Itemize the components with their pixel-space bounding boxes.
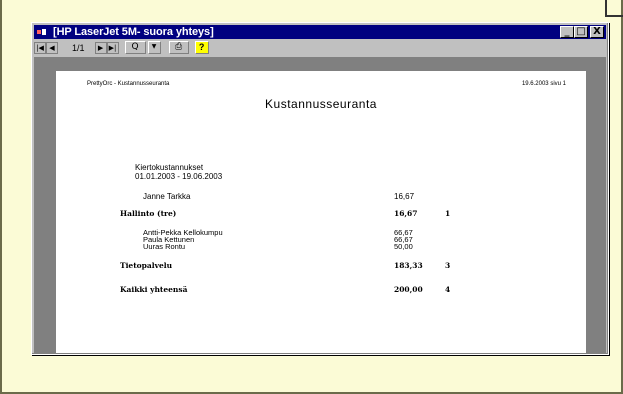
previous-page-button[interactable]: ◀	[46, 41, 58, 54]
page-indicator: 1/1	[72, 42, 85, 53]
grand-total-count: 4	[445, 285, 451, 294]
desktop-border-left	[0, 0, 2, 394]
member-amount: 50,00	[394, 242, 413, 251]
window-controls: _ □ X	[560, 26, 604, 38]
report-title: Kustannusseuranta	[265, 97, 377, 111]
report-content: PrettyOrc - Kustannusseuranta 19.6.2003 …	[56, 71, 586, 353]
group-count: 1	[445, 209, 451, 218]
report-period: 01.01.2003 - 19.06.2003	[135, 172, 223, 181]
member-name: Uuras Rontu	[143, 242, 186, 251]
group-name: Tietopalvelu	[120, 261, 173, 270]
zoom-dropdown-button[interactable]: ▼	[147, 41, 161, 54]
group-total: 16,67	[394, 209, 418, 218]
grand-total: 200,00	[394, 285, 423, 294]
report-page: PrettyOrc - Kustannusseuranta 19.6.2003 …	[56, 71, 586, 353]
print-icon: ⎙	[175, 42, 183, 52]
member-amount: 16,67	[394, 192, 415, 201]
preview-area[interactable]: PrettyOrc - Kustannusseuranta 19.6.2003 …	[34, 57, 606, 353]
group-name: Hallinto (tre)	[120, 209, 177, 218]
report-header-right: 19.6.2003 sivu 1	[521, 81, 566, 87]
zoom-button[interactable]: Q	[124, 41, 146, 54]
grand-total-label: Kaikki yhteensä	[120, 285, 188, 294]
maximize-button[interactable]: □	[574, 26, 588, 38]
first-page-button[interactable]: |◀	[34, 41, 46, 54]
report-subtitle: Kiertokustannukset	[135, 163, 204, 172]
preview-toolbar: |◀ ◀ 1/1 ▶ ▶| Q ▼ ⎙ ?	[34, 40, 606, 55]
desktop-divider-vertical	[605, 0, 607, 16]
last-page-button[interactable]: ▶|	[106, 41, 119, 54]
next-page-button[interactable]: ▶	[94, 41, 107, 54]
print-button[interactable]: ⎙	[168, 41, 189, 54]
report-header-left: PrettyOrc - Kustannusseuranta	[87, 81, 170, 87]
title-bar[interactable]: [HP LaserJet 5M- suora yhteys] _ □ X	[34, 25, 606, 39]
window-title: [HP LaserJet 5M- suora yhteys]	[53, 26, 214, 38]
desktop-divider-horizontal	[605, 15, 623, 17]
group-count: 3	[445, 261, 451, 270]
minimize-button[interactable]: _	[560, 26, 574, 38]
close-button[interactable]: X	[590, 26, 604, 38]
zoom-icon: Q	[131, 42, 139, 52]
member-name: Janne Tarkka	[143, 192, 191, 201]
app-icon	[37, 28, 47, 37]
group-total: 183,33	[394, 261, 423, 270]
print-preview-window: [HP LaserJet 5M- suora yhteys] _ □ X |◀ …	[31, 22, 609, 355]
help-button[interactable]: ?	[194, 41, 209, 54]
